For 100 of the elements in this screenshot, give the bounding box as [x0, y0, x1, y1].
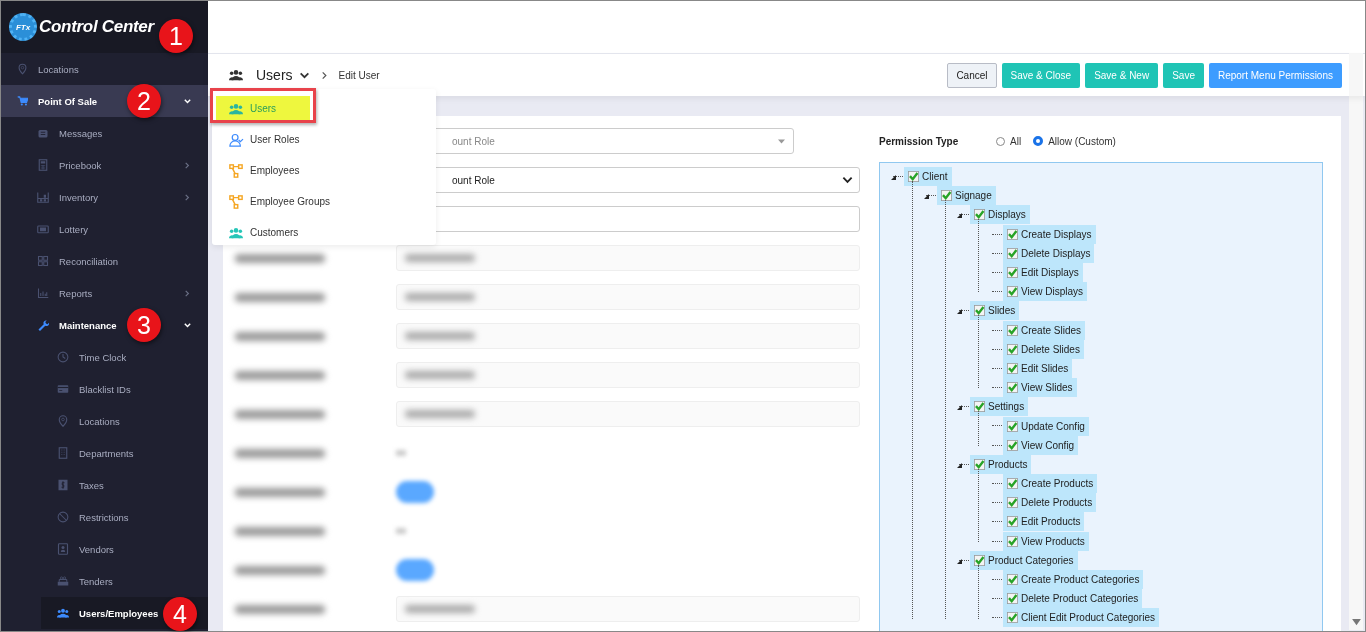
- select-field[interactable]: [396, 596, 860, 622]
- scrollbar[interactable]: [1349, 53, 1363, 630]
- tree-label[interactable]: Client Edit Product Categories: [1021, 608, 1159, 628]
- sidebar-item[interactable]: Locations: [1, 405, 208, 437]
- calculator-icon: [37, 159, 49, 171]
- grid-icon: [37, 255, 49, 267]
- tree-label[interactable]: Displays: [988, 205, 1030, 225]
- dollar-icon: [57, 479, 69, 491]
- checkbox-icon[interactable]: [970, 550, 988, 570]
- toggle-switch[interactable]: [396, 481, 434, 503]
- ticket-icon: [37, 223, 49, 235]
- users-icon: [228, 101, 244, 116]
- expander-icon[interactable]: [957, 405, 962, 411]
- sidebar-item[interactable]: Messages: [1, 117, 208, 149]
- checkbox-icon[interactable]: [970, 301, 988, 321]
- checkbox-icon[interactable]: [970, 397, 988, 417]
- expander-icon[interactable]: [957, 558, 962, 564]
- ban-icon: [57, 511, 69, 523]
- checkbox-icon[interactable]: [1003, 224, 1021, 244]
- radio-option[interactable]: All: [996, 135, 1022, 147]
- tree-label[interactable]: Product Categories: [988, 550, 1078, 570]
- checkbox-icon[interactable]: [904, 167, 922, 187]
- sidebar-item[interactable]: Locations: [1, 53, 208, 85]
- tree-label[interactable]: Products: [988, 454, 1032, 474]
- logo-badge: FTx: [9, 13, 37, 41]
- sidebar-item[interactable]: Tenders: [1, 565, 208, 597]
- tree-label[interactable]: Signage: [955, 186, 996, 206]
- tree-label[interactable]: Delete Slides: [1021, 339, 1084, 359]
- expander-icon[interactable]: [924, 194, 929, 200]
- tree-label[interactable]: Create Product Categories: [1021, 570, 1144, 590]
- tree-label[interactable]: View Products: [1021, 531, 1089, 551]
- sidebar-item[interactable]: Reconciliation: [1, 245, 208, 277]
- tree-label[interactable]: Update Config: [1021, 416, 1089, 436]
- tree-label[interactable]: Create Slides: [1021, 320, 1086, 340]
- tree-label[interactable]: Edit Displays: [1021, 263, 1083, 283]
- checkbox-icon[interactable]: [970, 454, 988, 474]
- pin-icon: [17, 63, 28, 75]
- checkbox-icon[interactable]: [1003, 416, 1021, 436]
- scroll-down-icon[interactable]: [1351, 619, 1361, 626]
- checkbox-icon[interactable]: [970, 205, 988, 225]
- checkbox-icon[interactable]: [1003, 589, 1021, 609]
- sidebar-item[interactable]: Users/Employees 4: [41, 597, 208, 629]
- menu-item[interactable]: Customers: [212, 217, 436, 248]
- blurred-value: [405, 293, 475, 301]
- callout-number: 1: [159, 19, 193, 53]
- sidebar-item[interactable]: Vendors: [1, 533, 208, 565]
- checkbox-icon[interactable]: [1003, 493, 1021, 513]
- toggle-switch[interactable]: [396, 559, 434, 581]
- sidebar-item[interactable]: Lottery: [1, 213, 208, 245]
- blurred-value: [405, 332, 475, 340]
- checkbox-icon[interactable]: [1003, 320, 1021, 340]
- field-label: Permission Type: [879, 135, 960, 147]
- tree-label[interactable]: Slides: [988, 301, 1020, 321]
- tree-label[interactable]: Delete Product Categories: [1021, 589, 1143, 609]
- sidebar-item[interactable]: Reports: [1, 277, 208, 309]
- expander-icon[interactable]: [957, 462, 962, 468]
- sidebar-item[interactable]: Taxes: [1, 469, 208, 501]
- checkbox-icon[interactable]: [1003, 570, 1021, 590]
- shelf-icon: [37, 191, 49, 203]
- tree-label[interactable]: Delete Products: [1021, 493, 1097, 513]
- checkbox-icon[interactable]: [1003, 531, 1021, 551]
- chevron-down-icon: [183, 320, 192, 330]
- checkbox-icon[interactable]: [1003, 474, 1021, 494]
- expander-icon[interactable]: [957, 213, 962, 219]
- caret-down-icon: [778, 138, 785, 144]
- tree-label[interactable]: View Displays: [1021, 282, 1088, 302]
- blurred-value: [396, 450, 406, 456]
- envelope-icon: [37, 127, 49, 139]
- card-icon: [57, 383, 69, 395]
- tree-label[interactable]: Settings: [988, 397, 1029, 417]
- tree-label[interactable]: Create Products: [1021, 474, 1098, 494]
- expander-icon[interactable]: [891, 175, 896, 180]
- tree-label[interactable]: Client: [922, 167, 952, 187]
- expander-icon[interactable]: [957, 309, 962, 315]
- pin-icon: [57, 415, 69, 427]
- checkbox-icon[interactable]: [937, 186, 955, 206]
- radio-option[interactable]: Allow (Custom): [1033, 135, 1116, 147]
- sidebar-item[interactable]: Pricebook: [1, 149, 208, 181]
- nodes-icon: [228, 194, 244, 209]
- sidebar-item[interactable]: Time Clock: [1, 341, 208, 373]
- sidebar-item[interactable]: Point Of Sale 2: [1, 85, 208, 117]
- sidebar-item[interactable]: Restrictions: [1, 501, 208, 533]
- bar-chart-icon: [37, 287, 49, 299]
- tree-label[interactable]: Create Displays: [1021, 224, 1096, 244]
- sidebar-item[interactable]: Blacklist IDs: [1, 373, 208, 405]
- tree-label[interactable]: Edit Products: [1021, 512, 1085, 532]
- sidebar-item[interactable]: Inventory: [1, 181, 208, 213]
- sidebar-item[interactable]: Departments: [1, 437, 208, 469]
- action-button[interactable]: Cancel: [947, 62, 997, 88]
- blurred-value: [405, 254, 475, 262]
- building-icon: [57, 447, 69, 459]
- checkbox-icon[interactable]: [1003, 608, 1021, 628]
- blurred-value: [405, 410, 475, 418]
- sidebar-item[interactable]: Maintenance 3: [1, 309, 208, 341]
- section-dropdown[interactable]: Users: [256, 67, 310, 83]
- clock-icon: [57, 351, 69, 363]
- checkbox-icon[interactable]: [1003, 512, 1021, 532]
- callout-number: 4: [163, 597, 197, 631]
- tree-label[interactable]: View Slides: [1021, 378, 1077, 398]
- checkbox-icon[interactable]: [1003, 263, 1021, 283]
